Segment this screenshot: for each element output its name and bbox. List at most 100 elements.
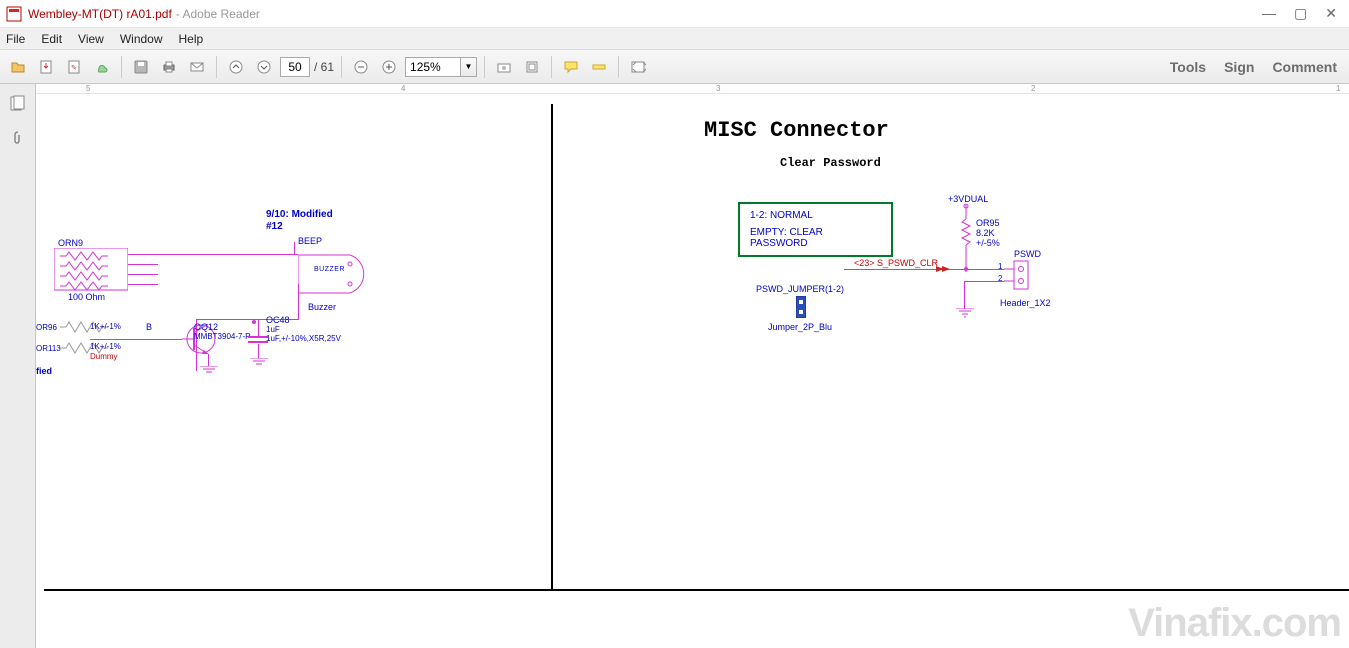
window-minimize-button[interactable]: — xyxy=(1262,5,1276,22)
beep-net-label: BEEP xyxy=(298,236,322,246)
document-view[interactable]: 5 4 3 2 1 MISC Connector Clear Password … xyxy=(36,84,1349,648)
net-wire xyxy=(128,274,158,275)
resistor-network-icon xyxy=(54,248,128,296)
window-maximize-button[interactable]: ▢ xyxy=(1294,5,1307,22)
or113-value: 1K+/-1% xyxy=(90,342,121,351)
transistor-ref: OQ12 xyxy=(194,322,218,332)
zoom-out-button[interactable] xyxy=(349,55,373,79)
ruler-tick: 3 xyxy=(716,84,720,93)
mode-clear-label: EMPTY: CLEAR PASSWORD xyxy=(750,227,881,249)
jumper-icon xyxy=(796,296,806,318)
menu-help[interactable]: Help xyxy=(179,32,204,46)
pdf-page-content: MISC Connector Clear Password 1-2: NORMA… xyxy=(36,94,1349,648)
or96-value: 1K+/-1% xyxy=(90,322,121,331)
highlight-button[interactable] xyxy=(587,55,611,79)
menu-window[interactable]: Window xyxy=(120,32,163,46)
schematic-subtitle: Clear Password xyxy=(780,156,881,170)
menu-edit[interactable]: Edit xyxy=(41,32,62,46)
comment-bubble-button[interactable] xyxy=(559,55,583,79)
comment-panel-button[interactable]: Comment xyxy=(1272,59,1337,75)
buzzer-label: BUZZER xyxy=(314,266,345,273)
read-mode-button[interactable] xyxy=(626,55,650,79)
net-wire xyxy=(208,354,209,366)
transistor-b-label: B xyxy=(146,322,152,332)
net-wire xyxy=(128,284,158,285)
jumper-footprint: Jumper_2P_Blu xyxy=(768,322,832,332)
window-close-button[interactable]: ✕ xyxy=(1325,5,1337,22)
ruler-tick: 5 xyxy=(86,84,90,93)
ruler-tick: 1 xyxy=(1336,84,1340,93)
toolbar-separator xyxy=(121,56,122,78)
thumbnails-icon[interactable] xyxy=(6,92,30,116)
net-wire xyxy=(298,284,299,319)
net-wire xyxy=(258,344,259,358)
ground-icon xyxy=(956,308,974,320)
voltage-rail-label: +3VDUAL xyxy=(948,194,988,204)
export-pdf-button[interactable] xyxy=(34,55,58,79)
resistor-or95-val: 8.2K xyxy=(976,228,995,238)
jumper-ref: PSWD_JUMPER(1-2) xyxy=(756,284,844,294)
email-button[interactable] xyxy=(185,55,209,79)
dummy-label: Dummy xyxy=(90,352,118,361)
toolbar: ✎ / 61 ▼ Tools Sign Comment xyxy=(0,50,1349,84)
pdf-icon xyxy=(6,6,22,22)
pswd-header-label: PSWD xyxy=(1014,249,1041,259)
tools-panel-button[interactable]: Tools xyxy=(1170,59,1206,75)
mode-normal-label: 1-2: NORMAL xyxy=(750,210,881,221)
net-wire xyxy=(844,269,1004,270)
cap-spec: 1uF,+/-10%,X5R,25V xyxy=(266,334,341,343)
snapshot-button[interactable] xyxy=(492,55,516,79)
page-number-input[interactable] xyxy=(280,57,310,77)
ground-icon xyxy=(250,358,268,370)
create-pdf-button[interactable]: ✎ xyxy=(62,55,86,79)
print-button[interactable] xyxy=(157,55,181,79)
toolbar-separator xyxy=(551,56,552,78)
net-wire xyxy=(294,242,295,254)
row-divider xyxy=(44,589,1349,591)
page-total-label: / 61 xyxy=(314,60,334,74)
buzzer-icon xyxy=(298,249,378,299)
toolbar-separator xyxy=(341,56,342,78)
ruler-tick: 4 xyxy=(401,84,405,93)
page-up-button[interactable] xyxy=(224,55,248,79)
net-wire xyxy=(128,254,298,255)
ruler-tick: 2 xyxy=(1031,84,1035,93)
menu-file[interactable]: File xyxy=(6,32,25,46)
resistor-or95-tol: +/-5% xyxy=(976,238,1000,248)
fit-page-button[interactable] xyxy=(520,55,544,79)
zoom-in-button[interactable] xyxy=(377,55,401,79)
menu-view[interactable]: View xyxy=(78,32,104,46)
cap-ref: OC48 xyxy=(266,315,290,325)
ground-icon xyxy=(200,366,218,378)
modified-label: 9/10: Modified xyxy=(266,209,333,220)
mode-description-box: 1-2: NORMAL EMPTY: CLEAR PASSWORD xyxy=(738,202,893,257)
sign-panel-button[interactable]: Sign xyxy=(1224,59,1254,75)
zoom-dropdown-button[interactable]: ▼ xyxy=(461,57,477,77)
orn9-value: 100 Ohm xyxy=(68,292,105,302)
or96-ref: OR96 xyxy=(36,323,57,332)
transistor-part: MMBT3904-7-P xyxy=(194,332,250,341)
page-down-button[interactable] xyxy=(252,55,276,79)
open-button[interactable] xyxy=(6,55,30,79)
menubar: File Edit View Window Help xyxy=(0,28,1349,50)
save-button[interactable] xyxy=(129,55,153,79)
window-app-name: - Adobe Reader xyxy=(176,7,260,21)
horizontal-ruler: 5 4 3 2 1 xyxy=(36,84,1349,94)
zoom-level-input[interactable] xyxy=(405,57,461,77)
cloud-button[interactable] xyxy=(90,55,114,79)
orn9-ref: ORN9 xyxy=(58,238,83,248)
navigation-pane xyxy=(0,84,36,648)
cap-val: 1uF xyxy=(266,325,280,334)
toolbar-separator xyxy=(618,56,619,78)
net-wire xyxy=(964,281,965,309)
toolbar-separator xyxy=(484,56,485,78)
workspace: 5 4 3 2 1 MISC Connector Clear Password … xyxy=(0,84,1349,648)
resistor-or95-ref: OR95 xyxy=(976,218,1000,228)
net-wire xyxy=(90,339,182,340)
fied-label: fied xyxy=(36,366,52,376)
net-wire xyxy=(128,264,158,265)
attachments-icon[interactable] xyxy=(6,126,30,150)
column-divider xyxy=(551,104,553,590)
modified-num-label: #12 xyxy=(266,221,283,232)
window-title: Wembley-MT(DT) rA01.pdf xyxy=(28,7,172,21)
